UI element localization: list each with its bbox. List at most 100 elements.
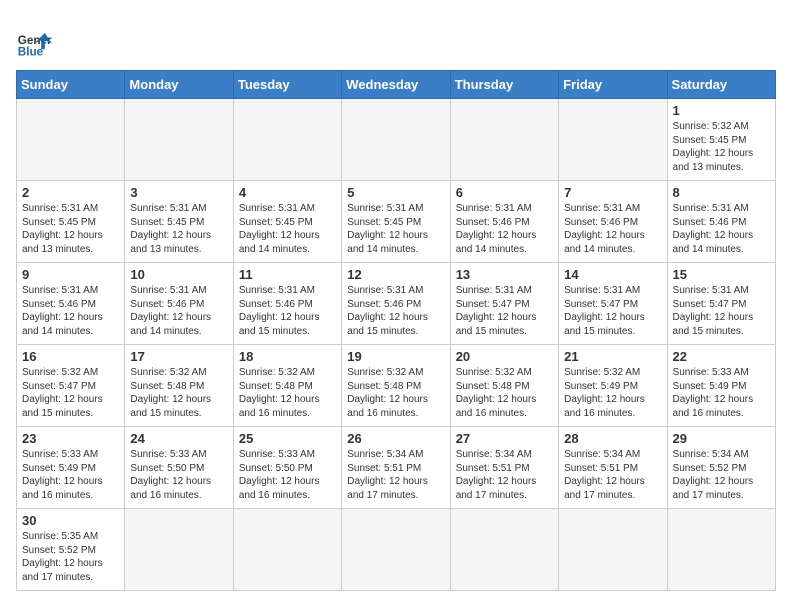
calendar-cell: 15 Sunrise: 5:31 AM Sunset: 5:47 PM Dayli… [667,263,775,345]
day-info: Sunrise: 5:33 AM Sunset: 5:50 PM Dayligh… [239,448,336,502]
calendar-cell [342,99,450,181]
day-info: Sunrise: 5:31 AM Sunset: 5:47 PM Dayligh… [673,284,770,338]
calendar-cell: 16Sunrise: 5:32 AM Sunset: 5:47 PM Dayli… [17,345,125,427]
calendar-cell: 30 Sunrise: 5:35 AM Sunset: 5:52 PM Dayli… [17,509,125,591]
day-number: 27 [456,431,553,446]
calendar-cell: 17 Sunrise: 5:32 AM Sunset: 5:48 PM Dayli… [125,345,233,427]
day-info: Sunrise: 5:32 AM Sunset: 5:49 PM Dayligh… [564,366,661,420]
col-header-thursday: Thursday [450,71,558,99]
day-number: 6 [456,185,553,200]
day-info: Sunrise: 5:32 AM Sunset: 5:48 PM Dayligh… [130,366,227,420]
day-number: 7 [564,185,661,200]
calendar-cell: 3 Sunrise: 5:31 AM Sunset: 5:45 PM Daylig… [125,181,233,263]
col-header-sunday: Sunday [17,71,125,99]
day-number: 11 [239,267,336,282]
day-number: 21 [564,349,661,364]
calendar-cell: 28Sunrise: 5:34 AM Sunset: 5:51 PM Dayli… [559,427,667,509]
week-row-3: 16Sunrise: 5:32 AM Sunset: 5:47 PM Dayli… [17,345,776,427]
day-info: Sunrise: 5:32 AM Sunset: 5:47 PM Dayligh… [22,366,119,420]
calendar-cell: 10 Sunrise: 5:31 AM Sunset: 5:46 PM Dayli… [125,263,233,345]
day-number: 18 [239,349,336,364]
calendar-cell [450,509,558,591]
day-number: 2 [22,185,119,200]
calendar-cell: 7 Sunrise: 5:31 AM Sunset: 5:46 PM Daylig… [559,181,667,263]
day-info: Sunrise: 5:34 AM Sunset: 5:52 PM Dayligh… [673,448,770,502]
calendar-cell [125,509,233,591]
day-number: 12 [347,267,444,282]
week-row-1: 2 Sunrise: 5:31 AM Sunset: 5:45 PM Daylig… [17,181,776,263]
day-info: Sunrise: 5:32 AM Sunset: 5:45 PM Dayligh… [673,120,770,174]
logo-icon: General Blue [16,24,52,60]
day-info: Sunrise: 5:31 AM Sunset: 5:46 PM Dayligh… [130,284,227,338]
calendar-cell [17,99,125,181]
calendar-cell: 21 Sunrise: 5:32 AM Sunset: 5:49 PM Dayli… [559,345,667,427]
calendar-cell [559,99,667,181]
day-number: 3 [130,185,227,200]
day-info: Sunrise: 5:33 AM Sunset: 5:49 PM Dayligh… [22,448,119,502]
day-number: 17 [130,349,227,364]
day-info: Sunrise: 5:33 AM Sunset: 5:50 PM Dayligh… [130,448,227,502]
day-number: 22 [673,349,770,364]
calendar-cell: 4 Sunrise: 5:31 AM Sunset: 5:45 PM Daylig… [233,181,341,263]
calendar-table: SundayMondayTuesdayWednesdayThursdayFrid… [16,70,776,591]
calendar-cell: 12Sunrise: 5:31 AM Sunset: 5:46 PM Dayli… [342,263,450,345]
day-info: Sunrise: 5:31 AM Sunset: 5:46 PM Dayligh… [564,202,661,256]
day-number: 29 [673,431,770,446]
calendar-header-row: SundayMondayTuesdayWednesdayThursdayFrid… [17,71,776,99]
col-header-friday: Friday [559,71,667,99]
calendar-cell: 19Sunrise: 5:32 AM Sunset: 5:48 PM Dayli… [342,345,450,427]
calendar-cell: 20Sunrise: 5:32 AM Sunset: 5:48 PM Dayli… [450,345,558,427]
calendar-cell: 14 Sunrise: 5:31 AM Sunset: 5:47 PM Dayli… [559,263,667,345]
day-info: Sunrise: 5:31 AM Sunset: 5:45 PM Dayligh… [130,202,227,256]
day-number: 23 [22,431,119,446]
calendar-cell: 23 Sunrise: 5:33 AM Sunset: 5:49 PM Dayli… [17,427,125,509]
day-info: Sunrise: 5:31 AM Sunset: 5:46 PM Dayligh… [22,284,119,338]
day-number: 8 [673,185,770,200]
day-number: 24 [130,431,227,446]
day-number: 26 [347,431,444,446]
day-number: 4 [239,185,336,200]
calendar-cell: 6 Sunrise: 5:31 AM Sunset: 5:46 PM Daylig… [450,181,558,263]
day-number: 10 [130,267,227,282]
week-row-4: 23 Sunrise: 5:33 AM Sunset: 5:49 PM Dayli… [17,427,776,509]
day-info: Sunrise: 5:32 AM Sunset: 5:48 PM Dayligh… [456,366,553,420]
calendar-cell: 2Sunrise: 5:31 AM Sunset: 5:45 PM Daylig… [17,181,125,263]
calendar-cell [559,509,667,591]
day-number: 15 [673,267,770,282]
calendar-cell: 11 Sunrise: 5:31 AM Sunset: 5:46 PM Dayli… [233,263,341,345]
calendar-cell: 1 Sunrise: 5:32 AM Sunset: 5:45 PM Daylig… [667,99,775,181]
calendar-cell: 26 Sunrise: 5:34 AM Sunset: 5:51 PM Dayli… [342,427,450,509]
calendar-cell [667,509,775,591]
day-info: Sunrise: 5:32 AM Sunset: 5:48 PM Dayligh… [347,366,444,420]
day-info: Sunrise: 5:31 AM Sunset: 5:46 PM Dayligh… [239,284,336,338]
day-number: 9 [22,267,119,282]
day-number: 1 [673,103,770,118]
logo: General Blue [16,24,52,60]
calendar-cell: 5Sunrise: 5:31 AM Sunset: 5:45 PM Daylig… [342,181,450,263]
calendar-cell [125,99,233,181]
calendar-cell: 25Sunrise: 5:33 AM Sunset: 5:50 PM Dayli… [233,427,341,509]
calendar-cell: 24 Sunrise: 5:33 AM Sunset: 5:50 PM Dayli… [125,427,233,509]
day-info: Sunrise: 5:35 AM Sunset: 5:52 PM Dayligh… [22,530,119,584]
day-number: 28 [564,431,661,446]
day-number: 14 [564,267,661,282]
week-row-0: 1 Sunrise: 5:32 AM Sunset: 5:45 PM Daylig… [17,99,776,181]
calendar-cell [233,99,341,181]
calendar-cell: 29 Sunrise: 5:34 AM Sunset: 5:52 PM Dayli… [667,427,775,509]
day-info: Sunrise: 5:34 AM Sunset: 5:51 PM Dayligh… [347,448,444,502]
day-info: Sunrise: 5:34 AM Sunset: 5:51 PM Dayligh… [456,448,553,502]
calendar-cell: 18Sunrise: 5:32 AM Sunset: 5:48 PM Dayli… [233,345,341,427]
header: General Blue [16,16,776,60]
col-header-saturday: Saturday [667,71,775,99]
day-number: 30 [22,513,119,528]
calendar-cell: 13Sunrise: 5:31 AM Sunset: 5:47 PM Dayli… [450,263,558,345]
day-info: Sunrise: 5:31 AM Sunset: 5:45 PM Dayligh… [239,202,336,256]
col-header-tuesday: Tuesday [233,71,341,99]
calendar-cell: 8Sunrise: 5:31 AM Sunset: 5:46 PM Daylig… [667,181,775,263]
day-info: Sunrise: 5:31 AM Sunset: 5:47 PM Dayligh… [564,284,661,338]
calendar-cell: 27 Sunrise: 5:34 AM Sunset: 5:51 PM Dayli… [450,427,558,509]
calendar-cell [450,99,558,181]
calendar-cell: 9 Sunrise: 5:31 AM Sunset: 5:46 PM Daylig… [17,263,125,345]
day-info: Sunrise: 5:31 AM Sunset: 5:46 PM Dayligh… [456,202,553,256]
col-header-monday: Monday [125,71,233,99]
